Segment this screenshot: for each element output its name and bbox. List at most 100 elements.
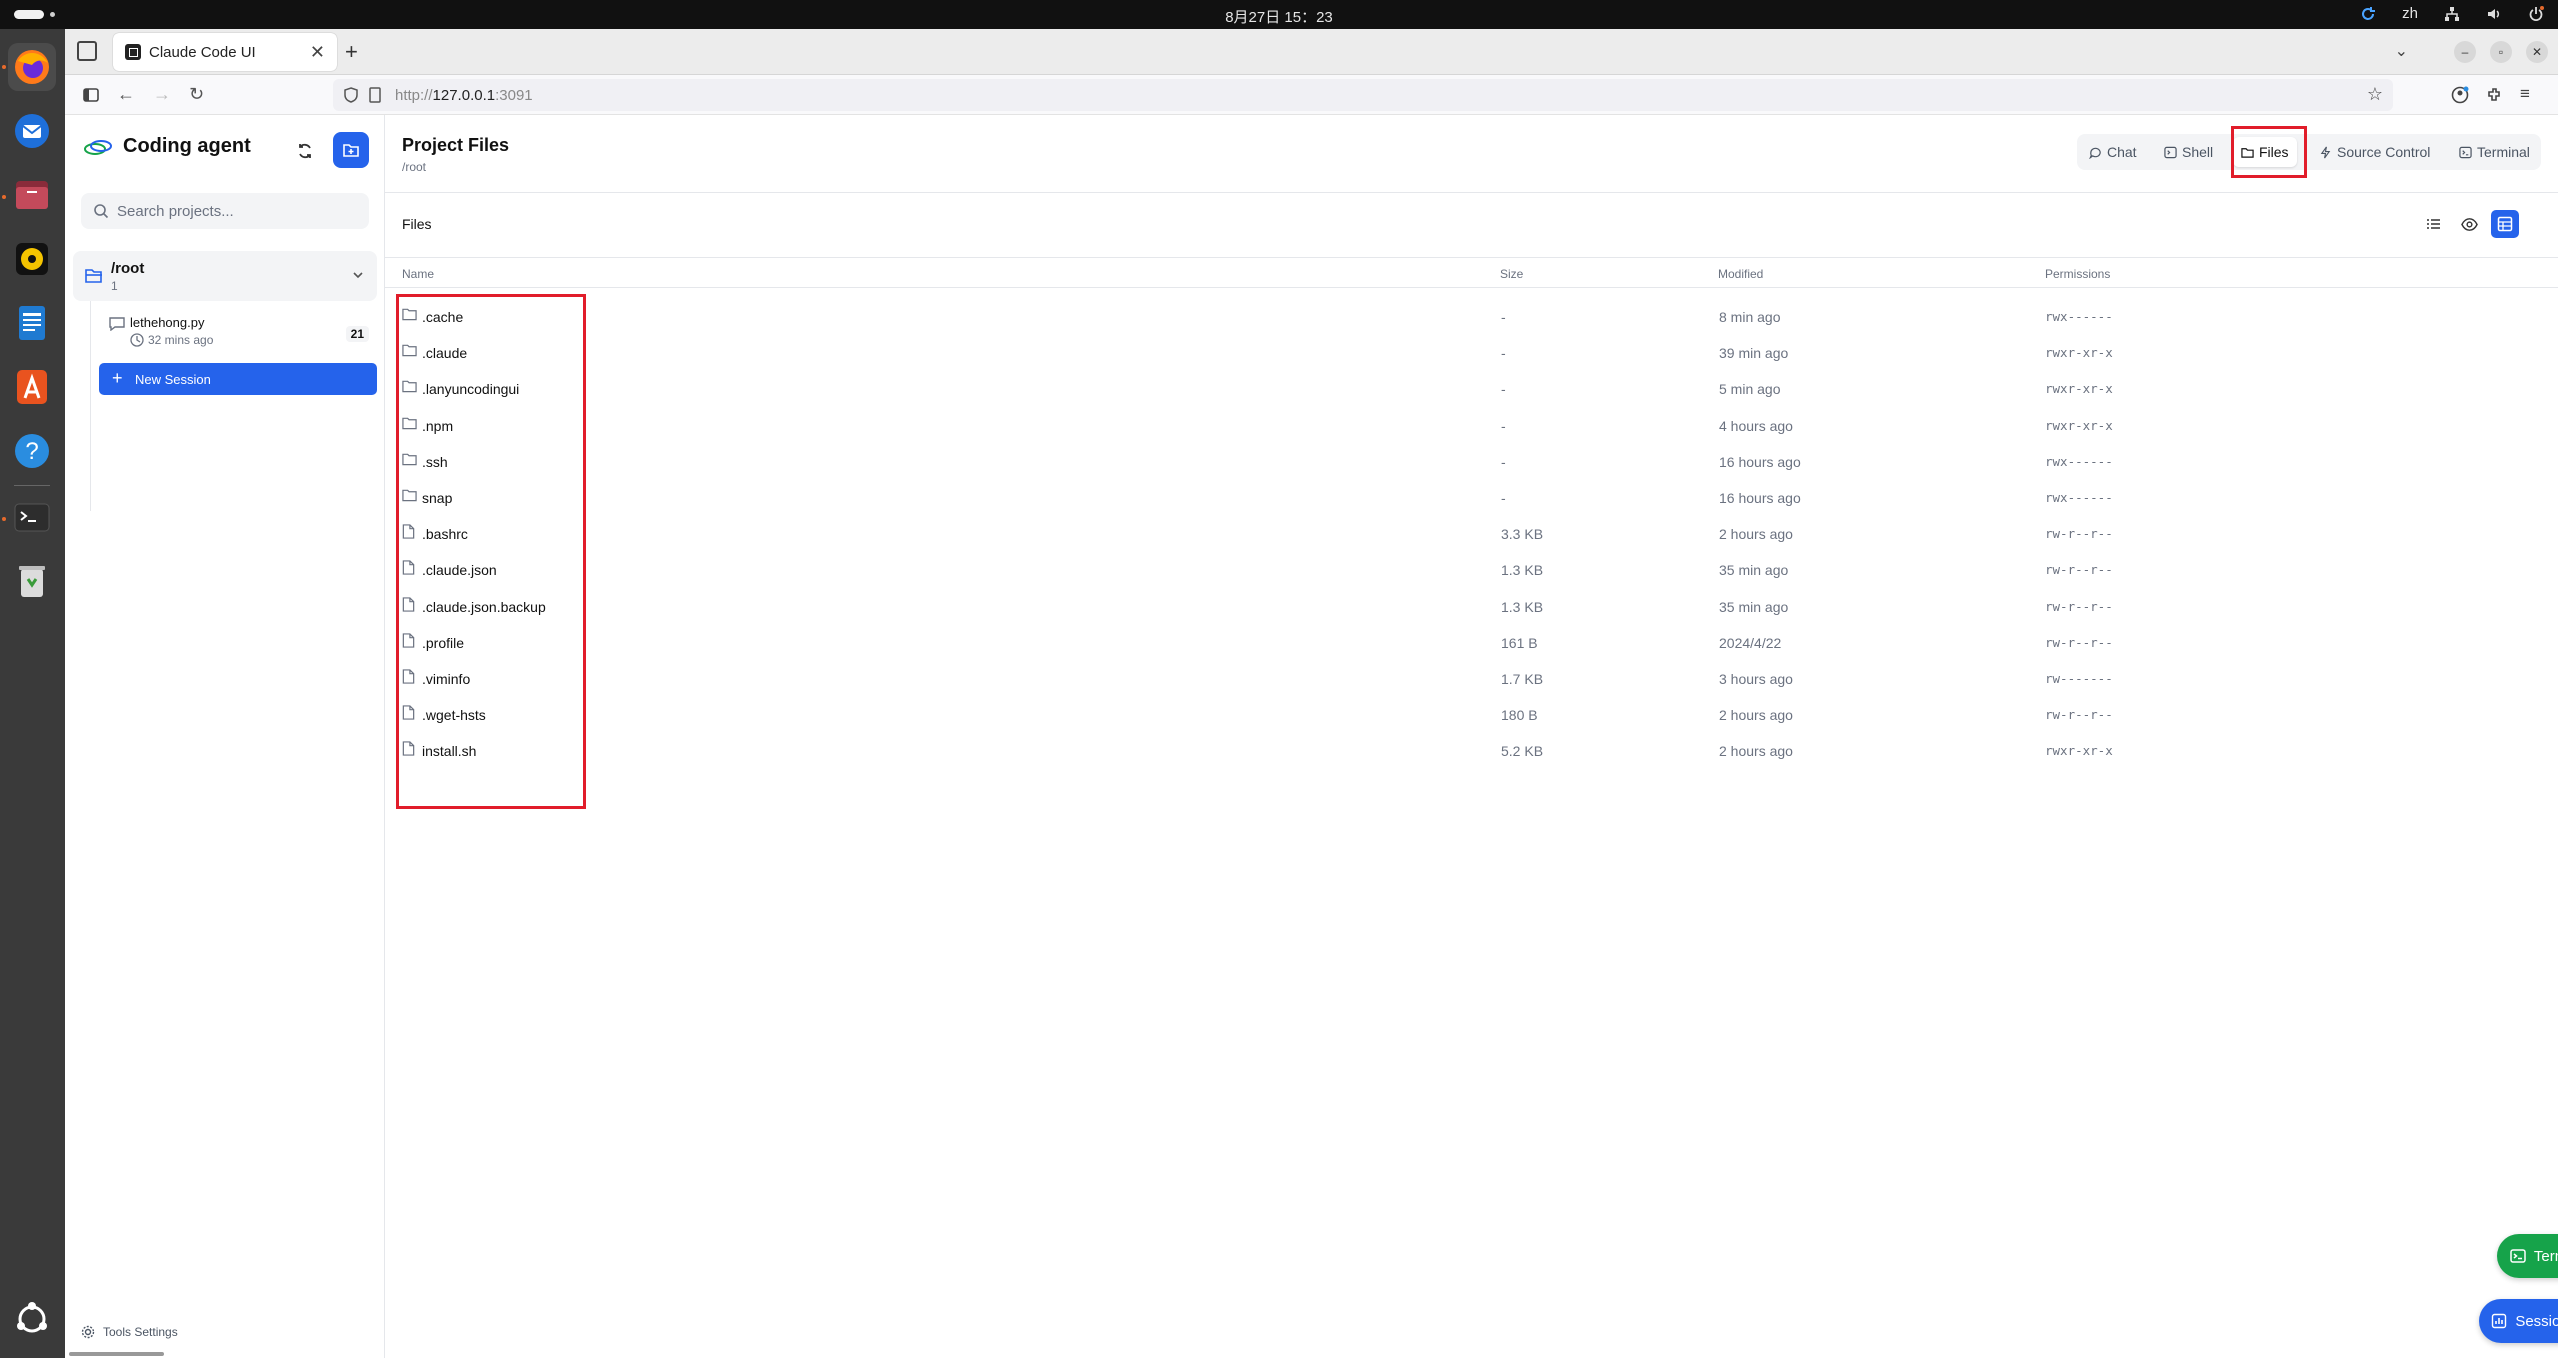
- writer-icon[interactable]: [8, 299, 56, 347]
- new-session-label: New Session: [135, 371, 211, 387]
- shield-icon[interactable]: [343, 87, 359, 103]
- menu-icon[interactable]: ≡: [2520, 84, 2530, 104]
- show-apps-icon[interactable]: [8, 1295, 56, 1343]
- page-title: Project Files: [402, 135, 510, 155]
- help-icon[interactable]: ?: [8, 427, 56, 475]
- input-method-indicator[interactable]: zh: [2402, 5, 2418, 22]
- file-modified: 39 min ago: [1719, 345, 1789, 362]
- file-row[interactable]: snap -16 hours ago rwx------: [385, 480, 2558, 516]
- file-row[interactable]: .ssh -16 hours ago rwx------: [385, 444, 2558, 480]
- table-icon: [2497, 216, 2513, 232]
- forward-icon[interactable]: →: [153, 84, 171, 105]
- column-permissions[interactable]: Permissions: [2045, 267, 2110, 281]
- maximize-icon[interactable]: ▫: [2490, 41, 2512, 63]
- search-projects-input[interactable]: Search projects...: [81, 193, 369, 229]
- bar-chart-icon: [2492, 1313, 2507, 1329]
- file-row[interactable]: .bashrc 3.3 KB 2 hours ago rw-r--r--: [385, 516, 2558, 552]
- file-modified: 2 hours ago: [1719, 526, 1793, 543]
- trash-icon[interactable]: [8, 557, 56, 605]
- firefox-icon[interactable]: [8, 43, 56, 91]
- close-window-icon[interactable]: ✕: [2526, 41, 2548, 63]
- files-section-label: Files: [402, 216, 432, 232]
- table-view-button[interactable]: [2491, 210, 2519, 238]
- browser-tab-title: Claude Code UI: [149, 43, 256, 61]
- page-info-icon[interactable]: [367, 87, 383, 103]
- tab-source-control[interactable]: Source Control: [2311, 137, 2438, 167]
- file-size: 1.7 KB: [1501, 671, 1544, 687]
- power-icon[interactable]: [2528, 5, 2544, 22]
- file-permissions: rw-r--r--: [2045, 562, 2113, 578]
- list-view-button[interactable]: [2420, 210, 2448, 238]
- eye-icon: [2460, 217, 2478, 231]
- bookmark-star-icon[interactable]: ☆: [2367, 84, 2383, 105]
- tools-settings-button[interactable]: Tools Settings: [81, 1325, 178, 1339]
- url-bar[interactable]: http://127.0.0.1:3091 ☆: [333, 79, 2393, 111]
- file-row[interactable]: .profile 161 B 2024/4/22 rw-r--r--: [385, 625, 2558, 661]
- column-modified[interactable]: Modified: [1718, 267, 1763, 281]
- account-icon[interactable]: [2451, 86, 2469, 104]
- sidebar-toggle-icon[interactable]: [83, 87, 99, 103]
- session-item[interactable]: lethehong.py 32 mins ago 21: [105, 313, 375, 353]
- tab-chat[interactable]: Chat: [2081, 137, 2145, 167]
- file-size: -: [1501, 309, 1506, 325]
- reload-icon[interactable]: ↻: [189, 84, 204, 105]
- system-clock[interactable]: 8月27日 15：23: [0, 6, 2558, 27]
- file-modified: 4 hours ago: [1719, 417, 1793, 434]
- file-row[interactable]: .viminfo 1.7 KB 3 hours ago rw-------: [385, 661, 2558, 697]
- close-tab-icon[interactable]: ✕: [310, 42, 325, 63]
- file-row[interactable]: .lanyuncodingui -5 min ago rwxr-xr-x: [385, 371, 2558, 407]
- tab-list-icon[interactable]: [77, 41, 97, 61]
- file-size: -: [1501, 490, 1506, 506]
- new-session-button[interactable]: + New Session: [99, 363, 377, 395]
- file-permissions: rw-r--r--: [2045, 598, 2113, 614]
- new-project-button[interactable]: [333, 132, 369, 168]
- file-permissions: rw-r--r--: [2045, 707, 2113, 723]
- file-permissions: rw-r--r--: [2045, 634, 2113, 650]
- favicon-icon: [125, 44, 141, 60]
- thunderbird-icon[interactable]: [8, 107, 56, 155]
- file-row[interactable]: .cache -8 min ago rwx------: [385, 299, 2558, 335]
- sessions-button[interactable]: Sessions (0): [2479, 1299, 2558, 1343]
- chevron-down-icon[interactable]: ⌄: [2395, 41, 2408, 61]
- file-modified: 5 min ago: [1719, 381, 1781, 398]
- tab-shell[interactable]: Shell: [2156, 137, 2221, 167]
- app-center-icon[interactable]: [8, 363, 56, 411]
- terminal-app-icon[interactable]: [8, 493, 56, 541]
- file-row[interactable]: .wget-hsts 180 B2 hours ago rw-r--r--: [385, 697, 2558, 733]
- terminals-label: Terminals: [2533, 1247, 2558, 1265]
- tab-terminal[interactable]: Terminal: [2451, 137, 2538, 167]
- minimize-icon[interactable]: –: [2454, 41, 2476, 63]
- files-app-icon[interactable]: [8, 171, 56, 219]
- extensions-icon[interactable]: [2485, 86, 2503, 104]
- file-row[interactable]: install.sh 5.2 KB 2 hours ago rwxr-xr-x: [385, 733, 2558, 769]
- file-row[interactable]: .npm -4 hours ago rwxr-xr-x: [385, 408, 2558, 444]
- update-icon[interactable]: [2360, 6, 2376, 22]
- horizontal-scrollbar[interactable]: [69, 1352, 164, 1356]
- file-row[interactable]: .claude -39 min ago rwxr-xr-x: [385, 335, 2558, 371]
- network-icon[interactable]: [2444, 6, 2460, 22]
- svg-text:?: ?: [25, 438, 38, 465]
- browser-tab[interactable]: Claude Code UI ✕: [113, 33, 337, 71]
- back-icon[interactable]: ←: [117, 84, 135, 105]
- gear-icon: [81, 1325, 95, 1339]
- file-size: 161 B: [1501, 634, 1538, 651]
- file-size: -: [1501, 345, 1506, 362]
- terminals-button[interactable]: Terminals: [2497, 1234, 2558, 1278]
- session-tree-line: [90, 301, 91, 511]
- column-name[interactable]: Name: [402, 267, 434, 281]
- refresh-projects-button[interactable]: [291, 137, 319, 165]
- column-size[interactable]: Size: [1500, 267, 1523, 281]
- volume-icon[interactable]: [2486, 6, 2502, 22]
- project-item-root[interactable]: /root 1: [73, 251, 377, 301]
- brand: Coding agent: [83, 135, 251, 158]
- file-row[interactable]: .claude.json.backup 1.3 KB 35 min ago rw-r-…: [385, 589, 2558, 625]
- new-tab-icon[interactable]: +: [345, 39, 358, 65]
- preview-view-button[interactable]: [2455, 210, 2483, 238]
- file-row[interactable]: .claude.json 1.3 KB 35 min ago rw-r--r--: [385, 552, 2558, 588]
- chevron-down-icon[interactable]: [351, 268, 365, 282]
- file-size: 1.3 KB: [1501, 562, 1544, 579]
- window-controls: – ▫ ✕: [2454, 41, 2548, 63]
- file-permissions: rwx------: [2045, 490, 2113, 505]
- rhythmbox-icon[interactable]: [8, 235, 56, 283]
- git-icon: [2320, 146, 2331, 158]
